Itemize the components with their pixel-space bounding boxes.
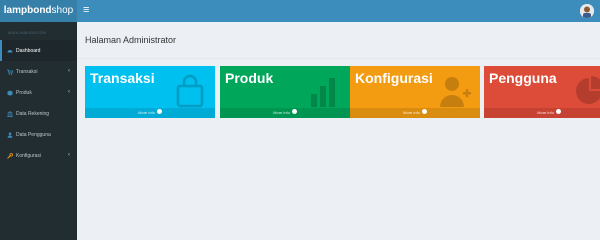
users-icon <box>7 132 13 138</box>
sidebar-item-label: Produk <box>16 89 32 96</box>
sidebar-section-header: MAIN NAVIGATION <box>8 30 47 35</box>
bar-chart-icon <box>311 78 335 107</box>
user-plus-icon <box>440 77 471 107</box>
info-box-konfigurasi: Konfigurasi More info <box>350 66 480 118</box>
chevron-left-icon: ‹ <box>68 152 70 158</box>
sidebar-item-produk[interactable]: Produk ‹ <box>0 82 77 103</box>
arrow-circle-right-icon <box>555 109 561 115</box>
more-info-label: More info <box>403 110 420 115</box>
logo-bold-text: lampbond <box>3 5 52 16</box>
box-title: Produk <box>225 70 274 86</box>
more-info-link[interactable]: More info <box>220 108 350 118</box>
top-navbar: lampbondshop ≡ <box>0 0 600 22</box>
sidebar-toggle-icon[interactable]: ≡ <box>83 3 89 17</box>
more-info-label: More info <box>273 110 290 115</box>
sidebar-item-label: Data Pengguna <box>16 131 51 138</box>
sidebar-item-dashboard[interactable]: Dashboard <box>0 40 77 61</box>
cube-icon <box>7 90 13 96</box>
sidebar: MAIN NAVIGATION Dashboard Transaksi ‹ Pr… <box>0 22 77 240</box>
app-logo[interactable]: lampbondshop <box>0 0 77 22</box>
sidebar-item-data-pengguna[interactable]: Data Pengguna <box>0 124 77 145</box>
arrow-circle-right-icon <box>156 109 162 115</box>
user-avatar[interactable] <box>580 4 594 18</box>
arrow-circle-right-icon <box>421 109 427 115</box>
logo-light-text: shop <box>51 5 74 16</box>
box-title: Konfigurasi <box>355 70 433 86</box>
cart-icon <box>7 69 13 75</box>
shopping-bag-icon <box>176 74 204 108</box>
pie-chart-icon <box>576 76 600 104</box>
more-info-link[interactable]: More info <box>484 108 600 118</box>
box-title: Pengguna <box>489 70 557 86</box>
avatar-icon <box>580 4 594 18</box>
main-content: Halaman Administrator <box>77 22 600 240</box>
sidebar-item-label: Transaksi <box>16 68 38 75</box>
wrench-icon <box>7 152 13 159</box>
info-box-pengguna: Pengguna More info <box>484 66 600 118</box>
sidebar-item-label: Konfigurasi <box>16 152 42 159</box>
chevron-left-icon: ‹ <box>68 89 70 95</box>
info-box-produk: Produk More info <box>220 66 350 118</box>
bank-icon <box>7 110 13 117</box>
arrow-circle-right-icon <box>291 109 297 115</box>
box-title: Transaksi <box>90 70 155 86</box>
chevron-left-icon: ‹ <box>68 68 70 74</box>
sidebar-item-data-rekening[interactable]: Data Rekening <box>0 103 77 124</box>
dashboard-icon <box>7 49 13 52</box>
more-info-label: More info <box>537 110 554 115</box>
info-box-transaksi: Transaksi More info <box>85 66 215 118</box>
sidebar-item-transaksi[interactable]: Transaksi ‹ <box>0 61 77 82</box>
more-info-link[interactable]: More info <box>350 108 480 118</box>
sidebar-item-label: Data Rekening <box>16 110 50 117</box>
sidebar-item-label: Dashboard <box>16 47 41 54</box>
page-title: Halaman Administrator <box>77 22 600 59</box>
more-info-label: More info <box>138 110 155 115</box>
more-info-link[interactable]: More info <box>85 108 215 118</box>
sidebar-item-konfigurasi[interactable]: Konfigurasi ‹ <box>0 145 77 166</box>
